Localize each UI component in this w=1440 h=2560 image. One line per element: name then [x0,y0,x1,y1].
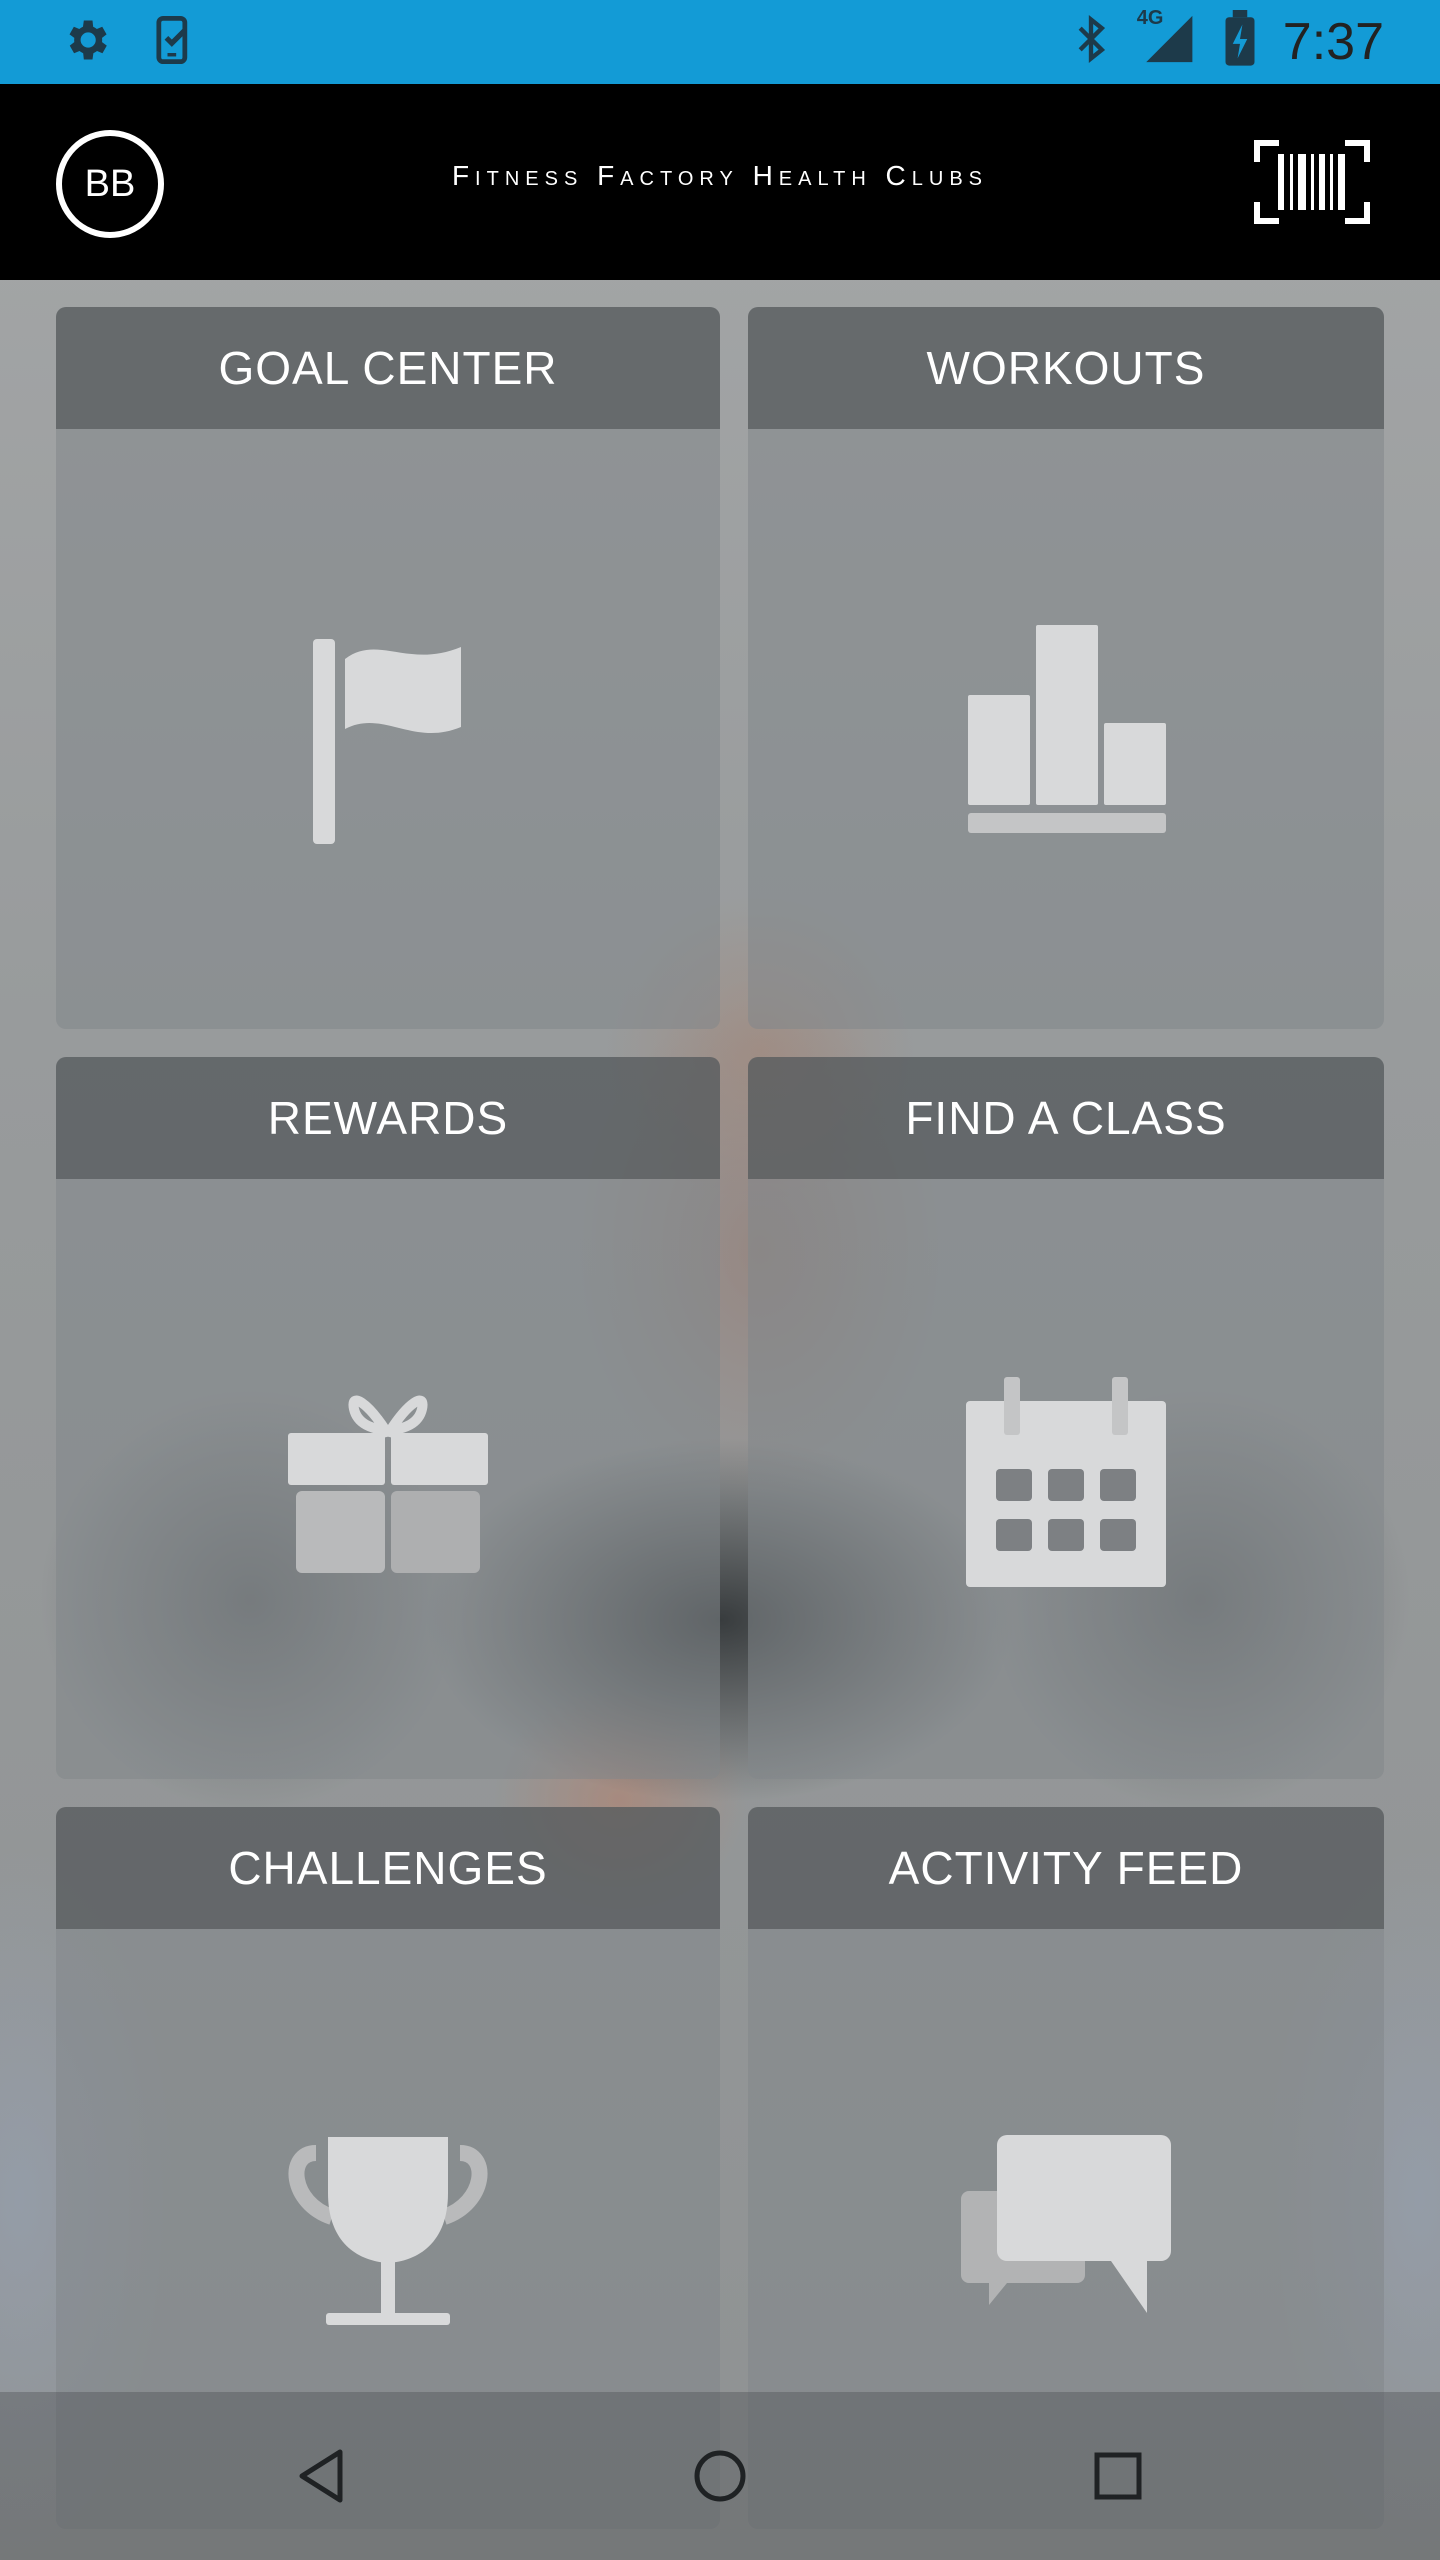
recents-icon [1094,2452,1142,2500]
nav-recents-button[interactable] [1088,2446,1148,2506]
tile-workouts-label: WORKOUTS [926,342,1206,394]
clipboard-check-icon [148,14,200,71]
app-bar: BB Fitness Factory Health Clubs [0,84,1440,280]
tile-workouts[interactable]: WORKOUTS [748,307,1384,1029]
nav-back-button[interactable] [292,2446,352,2506]
home-icon [694,2450,746,2502]
battery-icon [1223,10,1257,73]
tile-challenges-label: CHALLENGES [228,1842,548,1894]
tile-find-a-class-label: FIND A CLASS [905,1092,1227,1144]
tile-find-a-class[interactable]: FIND A CLASS [748,1057,1384,1779]
chat-bubbles-icon [748,2135,1384,2330]
barcode-scan-icon [1254,140,1370,224]
tile-activity-feed-label: ACTIVITY FEED [888,1842,1244,1894]
tile-goal-center[interactable]: GOAL CENTER [56,307,720,1029]
settings-icon [60,14,112,71]
bluetooth-icon [1071,13,1111,70]
brand-title: Fitness Factory Health Clubs [451,160,989,191]
status-bar: 4G 7:37 [0,0,1440,84]
bar-chart-icon [748,625,1384,840]
gift-icon [56,1383,720,1578]
signal-icon: 4G [1137,7,1197,72]
flag-icon [56,629,720,854]
nav-home-button[interactable] [690,2446,750,2506]
tile-goal-center-label: GOAL CENTER [218,342,558,394]
calendar-icon [748,1377,1384,1592]
trophy-icon [56,2133,720,2338]
clock: 7:37 [1282,12,1384,71]
back-icon [299,2449,343,2503]
avatar[interactable]: BB [56,130,164,238]
system-nav-bar [0,2392,1440,2560]
avatar-initials: BB [84,162,136,205]
tile-rewards[interactable]: REWARDS [56,1057,720,1779]
barcode-scan-button[interactable] [1254,140,1370,224]
tile-rewards-label: REWARDS [267,1092,509,1144]
